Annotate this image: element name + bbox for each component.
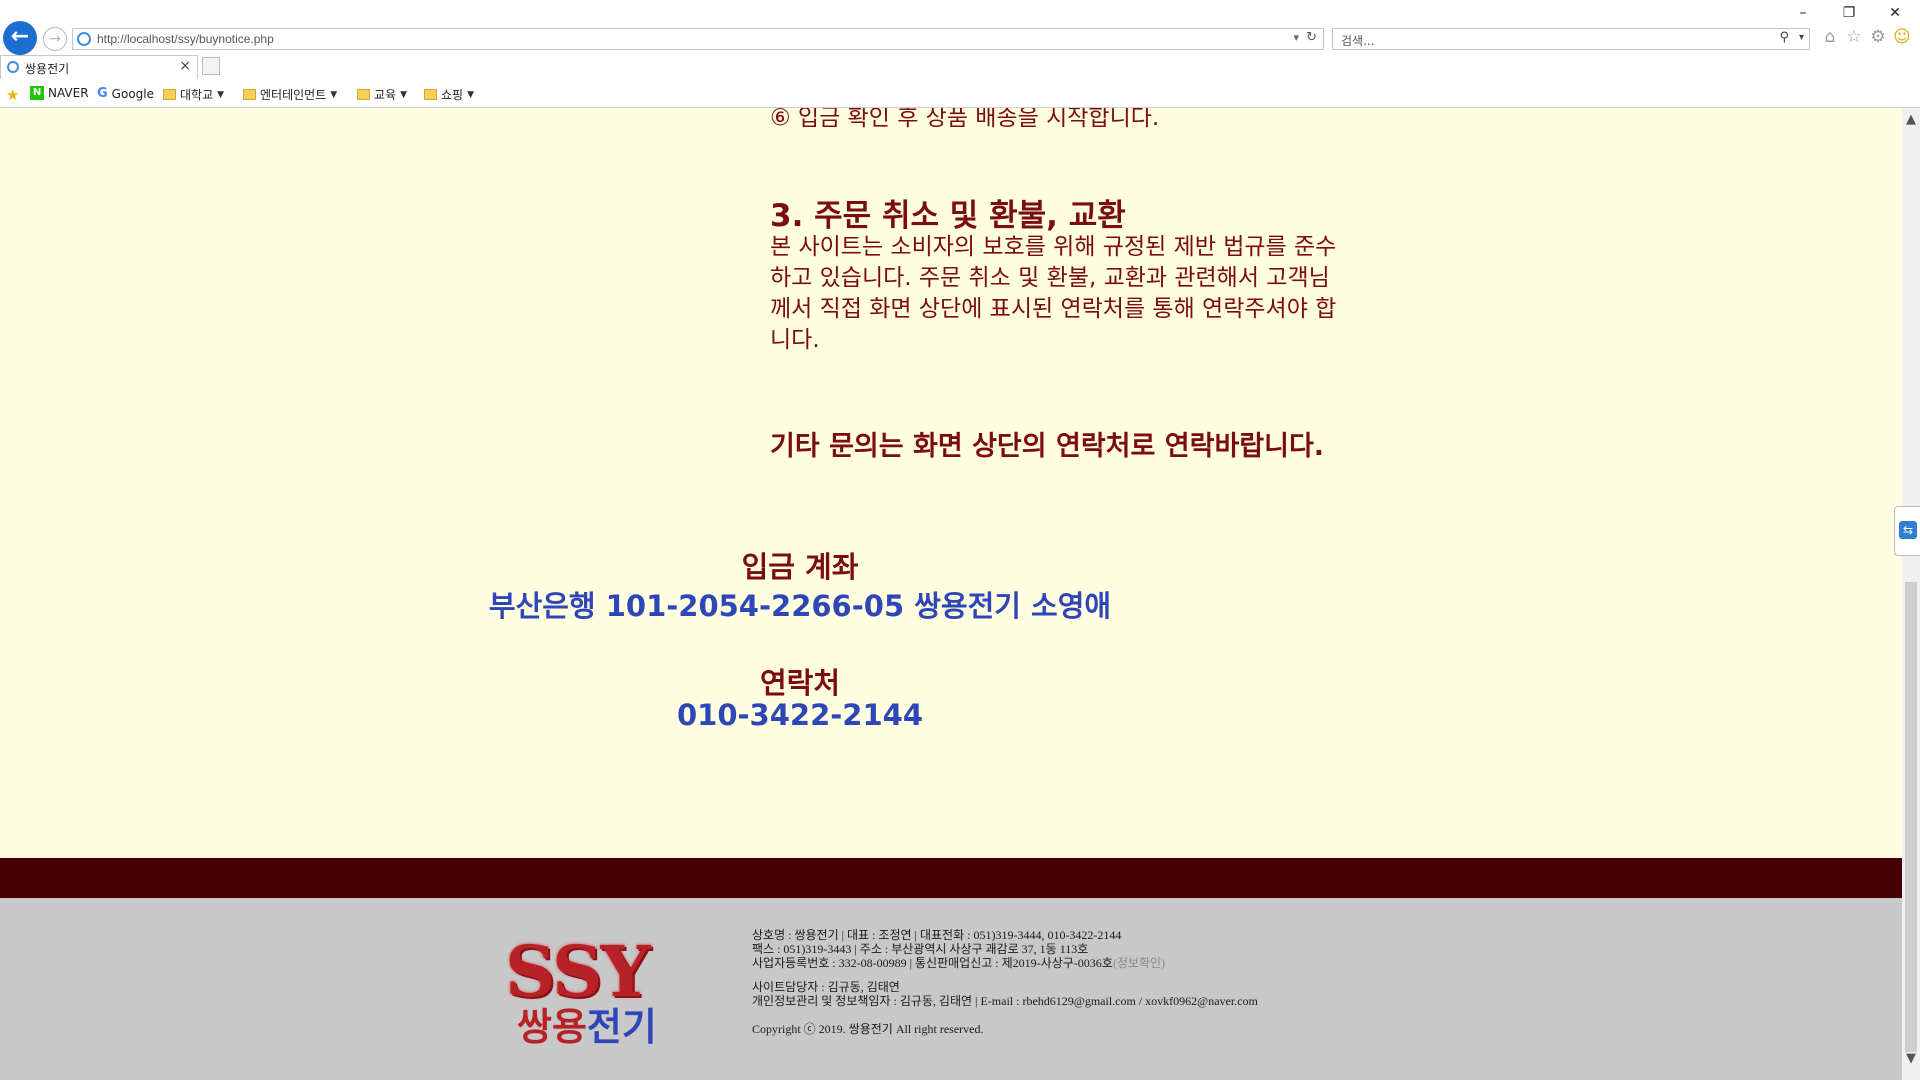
ssy-logo[interactable]: SSY 쌍용전기 <box>505 930 705 1049</box>
tab-title: 쌍용전기 <box>25 62 70 76</box>
bookmark-label: 대학교 <box>180 88 214 102</box>
footer-line-registration: 사업자등록번호 : 332-08-00989 | 통신판매업신고 : 제2019… <box>752 956 1165 970</box>
bookmark-folder-university[interactable]: 대학교 ▼ <box>163 86 224 103</box>
footer-copyright: Copyright ⓒ 2019. 쌍용전기 All right reserve… <box>752 1022 984 1036</box>
close-window-button[interactable]: ✕ <box>1872 2 1918 24</box>
folder-icon <box>243 89 256 100</box>
scroll-up-arrow-icon[interactable]: ▲ <box>1902 112 1920 127</box>
arrow-left-icon: ← <box>10 24 30 49</box>
bookmark-naver[interactable]: N NAVER <box>30 86 89 100</box>
contact-label: 연락처 <box>759 666 841 700</box>
bookmark-label: Google <box>111 86 154 101</box>
gear-icon[interactable]: ⚙ <box>1867 27 1889 47</box>
add-favorites-star-icon[interactable]: ★ <box>6 86 19 104</box>
other-inquiry-notice: 기타 문의는 화면 상단의 연락처로 연락바랍니다. <box>770 431 1325 462</box>
scrollbar-thumb[interactable] <box>1905 582 1917 1052</box>
ie-page-icon <box>77 32 91 46</box>
address-dropdown-icon[interactable]: ▾ <box>1293 31 1299 44</box>
address-bar[interactable]: http://localhost/ssy/buynotice.php ▾ ↻ <box>72 28 1324 50</box>
close-tab-icon[interactable]: × <box>179 58 191 74</box>
info-confirm-link[interactable]: (정보확인) <box>1113 956 1165 970</box>
section-3-heading: 3. 주문 취소 및 환불, 교환 <box>770 198 1126 234</box>
browser-chrome: – ❐ ✕ ← → http://localhost/ssy/buynotice… <box>0 0 1920 108</box>
folder-icon <box>424 89 437 100</box>
back-button[interactable]: ← <box>3 21 37 55</box>
bookmark-folder-entertainment[interactable]: 엔터테인먼트 ▼ <box>243 86 337 103</box>
bookmark-label: NAVER <box>48 86 89 100</box>
chevron-down-icon: ▼ <box>400 89 408 100</box>
bookmark-folder-shopping[interactable]: 쇼핑 ▼ <box>424 86 474 103</box>
footer-company-info: 상호명 : 쌍용전기 | 대표 : 조정연 | 대표전화 : 051)319-3… <box>752 928 1258 1036</box>
arrow-right-icon: → <box>49 31 61 47</box>
naver-icon: N <box>30 86 44 100</box>
search-placeholder[interactable]: 검색... <box>1341 32 1375 49</box>
footer-top-band <box>0 858 1902 898</box>
chevron-down-icon: ▼ <box>467 89 475 100</box>
footer-line-privacy-officer: 개인정보관리 및 정보책임자 : 김규동, 김태연 | E-mail : rbe… <box>752 994 1258 1008</box>
google-icon: G <box>97 86 108 101</box>
restore-button[interactable]: ❐ <box>1826 2 1872 24</box>
forward-button[interactable]: → <box>43 27 67 51</box>
tab-active[interactable]: 쌍용전기 × <box>0 55 198 79</box>
contact-phone: 010-3422-2144 <box>676 698 924 732</box>
new-tab-button[interactable] <box>202 57 220 75</box>
refresh-icon[interactable]: ↻ <box>1306 30 1317 45</box>
chevron-down-icon: ▼ <box>217 89 225 100</box>
home-icon[interactable]: ⌂ <box>1819 27 1841 47</box>
folder-icon <box>163 89 176 100</box>
search-box[interactable]: 검색... ⚲ ▾ <box>1332 28 1810 50</box>
side-panel-icon: ⇆ <box>1899 521 1917 539</box>
footer-line-company: 상호명 : 쌍용전기 | 대표 : 조정연 | 대표전화 : 051)319-3… <box>752 928 1122 942</box>
bookmark-folder-education[interactable]: 교육 ▼ <box>357 86 407 103</box>
address-url[interactable]: http://localhost/ssy/buynotice.php <box>97 32 274 46</box>
side-panel-toggle[interactable]: ⇆ <box>1894 506 1920 556</box>
deposit-label: 입금 계좌 <box>741 550 859 584</box>
bookmark-label: 교육 <box>374 88 397 102</box>
site-footer: SSY 쌍용전기 상호명 : 쌍용전기 | 대표 : 조정연 | 대표전화 : … <box>0 898 1902 1080</box>
shipping-step-6-text: ⑥ 입금 확인 후 상품 배송을 시작합니다. <box>770 108 1160 131</box>
bookmark-google[interactable]: G Google <box>97 86 154 101</box>
search-icon[interactable]: ⚲ <box>1779 30 1789 45</box>
logo-company-name: 쌍용전기 <box>517 1005 657 1049</box>
smiley-feedback-icon[interactable]: ☺ <box>1891 27 1913 47</box>
bookmark-label: 엔터테인먼트 <box>260 88 327 102</box>
favorites-bar: ★ N NAVER G Google 대학교 ▼ 엔터테인먼트 ▼ 교육 ▼ 쇼… <box>0 83 1920 107</box>
vertical-scrollbar[interactable]: ▲ ▼ <box>1902 108 1920 1080</box>
chevron-down-icon: ▼ <box>330 89 338 100</box>
page-viewport: ⑥ 입금 확인 후 상품 배송을 시작합니다. 3. 주문 취소 및 환불, 교… <box>0 108 1902 1080</box>
scroll-down-arrow-icon[interactable]: ▼ <box>1902 1051 1920 1066</box>
bookmark-label: 쇼핑 <box>441 88 464 102</box>
deposit-account: 부산은행 101-2054-2266-05 쌍용전기 소영애 <box>488 589 1112 623</box>
section-3-body: 본 사이트는 소비자의 보호를 위해 규정된 제반 법규를 준수하고 있습니다.… <box>770 234 1337 353</box>
search-dropdown-icon[interactable]: ▾ <box>1799 32 1804 43</box>
minimize-button[interactable]: – <box>1780 2 1826 24</box>
folder-icon <box>357 89 370 100</box>
favorites-star-icon[interactable]: ☆ <box>1843 27 1865 47</box>
footer-line-fax-address: 팩스 : 051)319-3443 | 주소 : 부산광역시 사상구 괘감로 3… <box>752 942 1089 956</box>
tab-favicon-icon <box>7 61 19 73</box>
footer-line-site-manager: 사이트담당자 : 김규동, 김태연 <box>752 980 900 994</box>
